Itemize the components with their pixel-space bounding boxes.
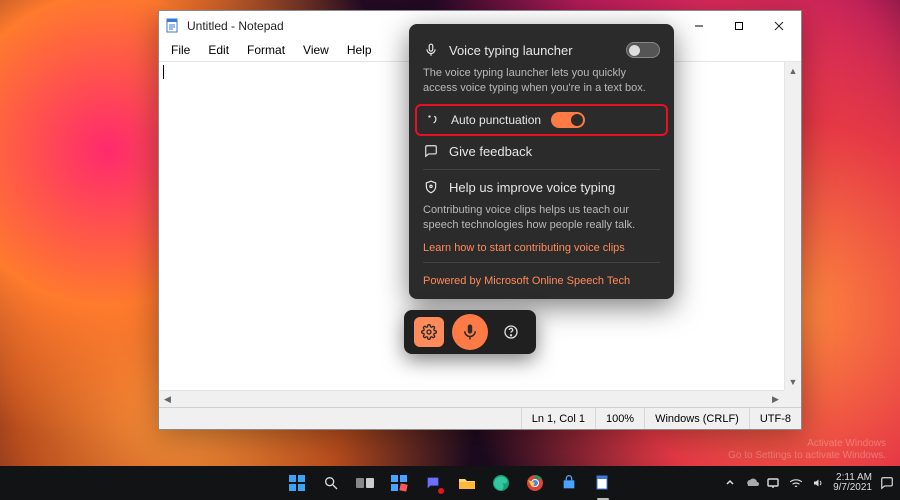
scroll-corner xyxy=(784,390,801,407)
shield-icon xyxy=(423,180,439,194)
auto-punctuation-highlight: Auto punctuation xyxy=(415,104,668,136)
file-explorer-button[interactable] xyxy=(453,469,481,497)
voice-mic-button[interactable] xyxy=(452,314,488,350)
feedback-icon xyxy=(423,144,439,158)
microphone-icon xyxy=(423,43,439,57)
watermark-line1: Activate Windows xyxy=(728,438,886,450)
voice-typing-toolbar xyxy=(404,310,536,354)
window-controls xyxy=(679,11,799,41)
task-view-button[interactable] xyxy=(351,469,379,497)
status-bar: Ln 1, Col 1 100% Windows (CRLF) UTF-8 xyxy=(159,407,801,429)
menu-format[interactable]: Format xyxy=(239,41,293,61)
voice-typing-panel: Voice typing launcher The voice typing l… xyxy=(409,24,674,299)
store-button[interactable] xyxy=(555,469,583,497)
clock[interactable]: 2:11 AM 9/7/2021 xyxy=(833,473,872,494)
voice-launcher-row: Voice typing launcher xyxy=(423,36,660,64)
text-caret xyxy=(163,65,164,79)
learn-link[interactable]: Learn how to start contributing voice cl… xyxy=(423,238,660,258)
tray-chevron-icon[interactable] xyxy=(723,476,737,490)
feedback-row[interactable]: Give feedback xyxy=(423,138,660,165)
status-eol: Windows (CRLF) xyxy=(644,408,749,429)
panel-separator-2 xyxy=(423,262,660,263)
improve-desc: Contributing voice clips helps us teach … xyxy=(423,201,660,239)
search-button[interactable] xyxy=(317,469,345,497)
maximize-button[interactable] xyxy=(719,11,759,41)
close-button[interactable] xyxy=(759,11,799,41)
scroll-left-icon[interactable]: ◀ xyxy=(159,391,176,407)
taskbar-center xyxy=(283,469,617,497)
horizontal-scrollbar[interactable]: ◀ ▶ xyxy=(159,390,801,407)
minimize-button[interactable] xyxy=(679,11,719,41)
chat-button[interactable] xyxy=(419,469,447,497)
panel-separator xyxy=(423,169,660,170)
notification-badge xyxy=(437,487,445,495)
voice-help-button[interactable] xyxy=(496,317,526,347)
voice-launcher-desc: The voice typing launcher lets you quick… xyxy=(423,64,660,102)
activation-watermark: Activate Windows Go to Settings to activ… xyxy=(728,438,886,462)
edge-button[interactable] xyxy=(487,469,515,497)
auto-punctuation-label: Auto punctuation xyxy=(451,113,541,127)
voice-launcher-toggle[interactable] xyxy=(626,42,660,58)
scroll-down-icon[interactable]: ▼ xyxy=(785,373,801,390)
menu-file[interactable]: File xyxy=(163,41,198,61)
powered-by-label: Powered by Microsoft Online Speech Tech xyxy=(423,267,660,289)
status-position: Ln 1, Col 1 xyxy=(521,408,595,429)
status-zoom: 100% xyxy=(595,408,644,429)
menu-view[interactable]: View xyxy=(295,41,337,61)
scroll-right-icon[interactable]: ▶ xyxy=(767,391,784,407)
onedrive-icon[interactable] xyxy=(745,476,759,490)
scroll-up-icon[interactable]: ▲ xyxy=(785,62,801,79)
notification-center-icon[interactable] xyxy=(880,476,894,490)
feedback-label: Give feedback xyxy=(449,144,660,159)
auto-punctuation-toggle[interactable] xyxy=(551,112,585,128)
clock-date: 9/7/2021 xyxy=(833,483,872,494)
network-icon[interactable] xyxy=(767,476,781,490)
voice-launcher-label: Voice typing launcher xyxy=(449,43,616,58)
wifi-icon[interactable] xyxy=(789,476,803,490)
notepad-taskbar-button[interactable] xyxy=(589,469,617,497)
voice-settings-button[interactable] xyxy=(414,317,444,347)
vertical-scrollbar[interactable]: ▲ ▼ xyxy=(784,62,801,390)
menu-help[interactable]: Help xyxy=(339,41,380,61)
widgets-button[interactable] xyxy=(385,469,413,497)
volume-icon[interactable] xyxy=(811,476,825,490)
system-tray: 2:11 AM 9/7/2021 xyxy=(723,466,894,500)
improve-label: Help us improve voice typing xyxy=(449,180,660,195)
taskbar: 2:11 AM 9/7/2021 xyxy=(0,466,900,500)
start-button[interactable] xyxy=(283,469,311,497)
menu-edit[interactable]: Edit xyxy=(200,41,237,61)
punctuation-icon xyxy=(425,113,441,127)
watermark-line2: Go to Settings to activate Windows. xyxy=(728,450,886,462)
chrome-button[interactable] xyxy=(521,469,549,497)
notepad-icon xyxy=(165,18,181,34)
status-encoding: UTF-8 xyxy=(749,408,801,429)
improve-row: Help us improve voice typing xyxy=(423,174,660,201)
